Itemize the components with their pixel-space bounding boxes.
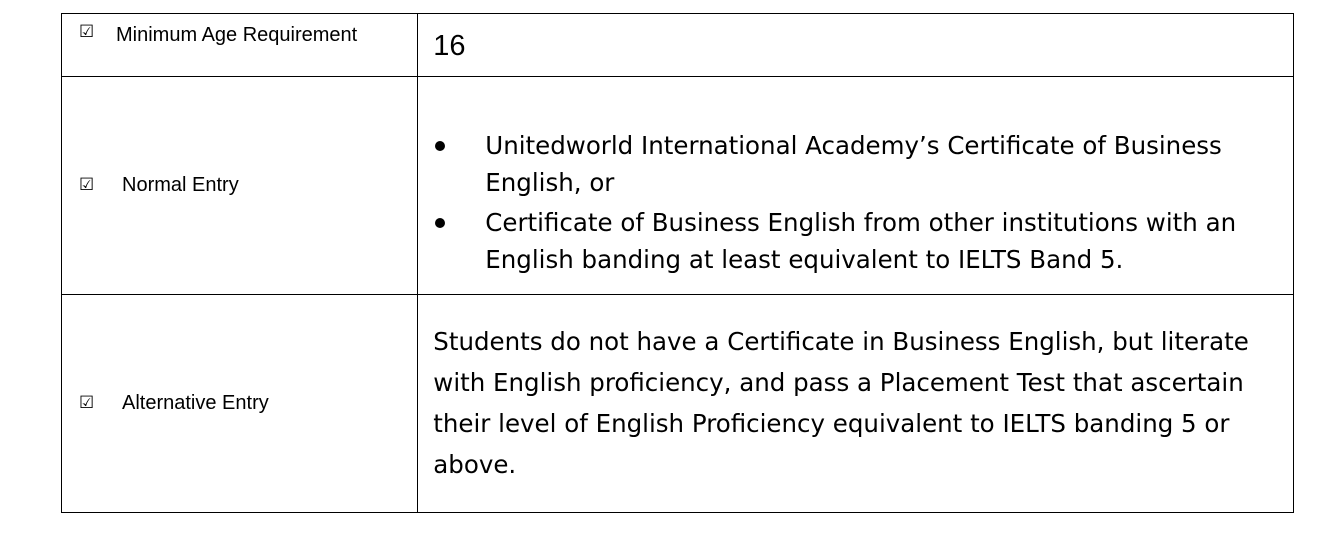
row-label-alternative-entry: Alternative Entry xyxy=(122,392,269,414)
minimum-age-value: 16 xyxy=(433,30,466,62)
alternative-entry-description: Students do not have a Certificate in Bu… xyxy=(433,326,1249,479)
label-cell: ☑ Normal Entry xyxy=(60,76,419,295)
value-cell: 16 xyxy=(417,13,1294,77)
checkbox-icon: ☑ xyxy=(79,393,95,413)
table-row: ☑ Normal Entry Unitedworld International… xyxy=(60,76,1294,295)
label-cell: ☑ Alternative Entry xyxy=(60,294,419,513)
row-label-minimum-age: Minimum Age Requirement xyxy=(116,24,358,46)
table-row: ☑ Minimum Age Requirement 16 xyxy=(60,13,1294,77)
checkbox-icon: ☑ xyxy=(79,175,95,195)
value-cell: Unitedworld International Academy’s Cert… xyxy=(417,76,1294,295)
table-row: ☑ Alternative Entry Students do not have… xyxy=(60,294,1294,513)
value-cell: Students do not have a Certificate in Bu… xyxy=(417,294,1294,513)
list-item-text: Unitedworld International Academy’s Cert… xyxy=(485,130,1222,197)
label-cell: ☑ Minimum Age Requirement xyxy=(60,13,419,77)
checkbox-icon: ☑ xyxy=(79,22,95,42)
list-item: Unitedworld International Academy’s Cert… xyxy=(418,127,1293,201)
row-label-normal-entry: Normal Entry xyxy=(122,174,239,196)
bullet-icon xyxy=(435,217,446,228)
list-item: Certificate of Business English from oth… xyxy=(418,204,1293,278)
list-item-text: Certificate of Business English from oth… xyxy=(485,207,1237,274)
bullet-icon xyxy=(435,140,446,151)
entry-requirements-table: ☑ Minimum Age Requirement 16 ☑ Normal En… xyxy=(60,13,1294,513)
normal-entry-list: Unitedworld International Academy’s Cert… xyxy=(418,91,1293,278)
